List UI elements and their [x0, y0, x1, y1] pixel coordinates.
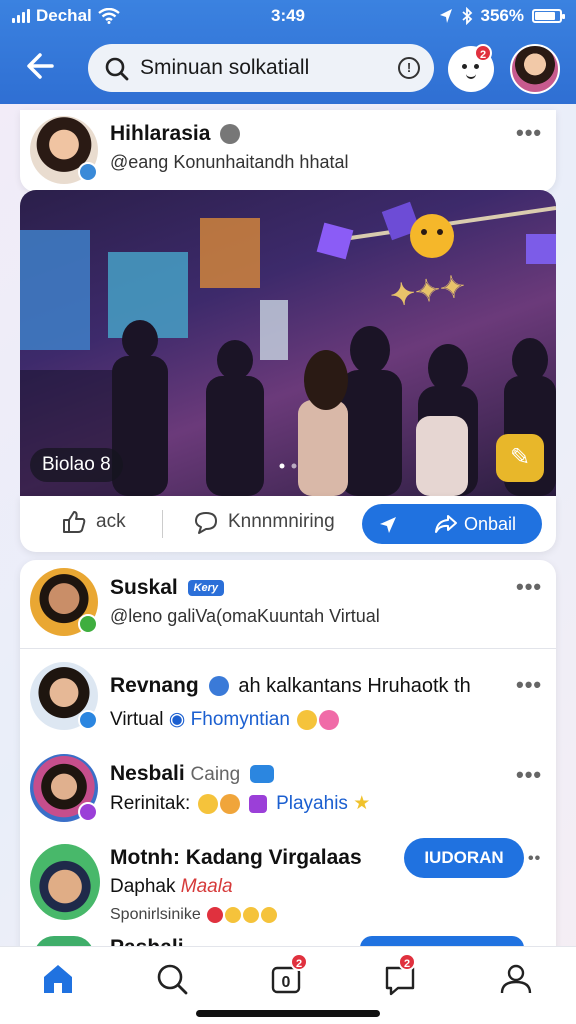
- person-meta: Rerinitak: Playahis ★: [110, 792, 370, 815]
- post-author-name-text: Hihlarasia: [110, 122, 211, 145]
- thumbs-up-icon: [63, 511, 86, 533]
- more-options-icon[interactable]: •••: [516, 762, 542, 788]
- person-avatar[interactable]: [30, 844, 100, 920]
- laugh-emoji-icon: [197, 793, 218, 814]
- search-icon: [105, 57, 129, 81]
- post-caption: Biolao 8: [30, 448, 123, 482]
- app-bar: Dechal 3:49 356% !: [0, 0, 576, 104]
- person-icon: [500, 964, 532, 994]
- send-icon: [380, 517, 396, 533]
- camera-icon: [250, 765, 275, 784]
- list-divider: [20, 648, 556, 649]
- back-action-label: ack: [96, 511, 126, 532]
- svg-text:0: 0: [282, 974, 291, 991]
- back-button[interactable]: [22, 48, 62, 88]
- messages-badge: 2: [398, 953, 416, 971]
- smile-emoji-icon: [225, 906, 242, 923]
- battery-icon: [532, 9, 565, 23]
- grin-emoji-icon: [219, 793, 240, 814]
- assistant-avatar[interactable]: 2: [448, 44, 494, 92]
- more-options-icon[interactable]: ••: [528, 850, 541, 868]
- person-meta-tag: Maala: [180, 876, 233, 897]
- action-divider: [162, 510, 163, 538]
- mouth: [466, 74, 476, 79]
- notifications-badge: 2: [290, 953, 308, 971]
- post-header-card: Hihlarasia @eang Konunhaitandh hhatal ••…: [20, 110, 556, 192]
- info-icon[interactable]: !: [398, 57, 420, 79]
- person-name-text: Revnang: [110, 674, 199, 697]
- more-options-icon[interactable]: •••: [516, 574, 542, 600]
- person-meta-secondary-text: Sponirlsinike: [110, 906, 201, 923]
- back-action[interactable]: ack: [60, 508, 126, 536]
- status-right: 356%: [439, 6, 565, 26]
- post-action-bar: ack Knnnmniring Onbail: [20, 496, 556, 552]
- eye-left: [462, 64, 467, 69]
- smile-emoji-icon: [297, 709, 318, 730]
- comment-action-label: Knnnmniring: [228, 511, 335, 532]
- home-indicator: [196, 1010, 380, 1017]
- post-author-handle: @eang Konunhaitandh hhatal: [110, 152, 349, 172]
- person-meta-prefix: Virtual: [110, 709, 164, 730]
- badge-emoji-icon: [207, 906, 224, 923]
- verified-tag: Kery: [187, 580, 225, 597]
- notification-badge: 2: [474, 44, 492, 62]
- person-meta-prefix: Rerinitak:: [110, 793, 191, 814]
- person-meta-tag: Playahis: [276, 793, 348, 814]
- comment-action[interactable]: Knnnmniring: [192, 508, 335, 536]
- person-name-extra: ah kalkantans Hruhaotk th: [238, 675, 471, 697]
- messenger-badge-icon: [78, 710, 98, 730]
- game-badge-icon: [78, 802, 98, 822]
- chat-icon: [208, 676, 229, 697]
- person-name[interactable]: Suskal Kery: [110, 576, 225, 600]
- user-avatar[interactable]: [510, 44, 560, 94]
- person-handle: @leno galiVa(omaKuuntah Virtual: [110, 606, 380, 626]
- home-icon: [44, 965, 72, 993]
- person-meta: Virtual ◉ Fhomyntian: [110, 708, 340, 731]
- status-bar: Dechal 3:49 356%: [0, 0, 576, 32]
- bluetooth-icon: [461, 7, 472, 25]
- arrow-left-icon: [27, 53, 54, 79]
- search-bar[interactable]: !: [88, 44, 434, 92]
- star-icon: ★: [353, 793, 371, 814]
- person-name-text: Nesbali: [110, 762, 185, 785]
- person-name-text: Suskal: [110, 576, 178, 599]
- share-button[interactable]: Onbail: [362, 504, 542, 544]
- nav-profile[interactable]: [496, 959, 536, 999]
- group-icon: [220, 124, 241, 145]
- more-options-icon[interactable]: •••: [516, 672, 542, 698]
- verified-badge-icon: [78, 162, 98, 182]
- nav-explore[interactable]: [152, 959, 192, 999]
- location-icon: [439, 9, 452, 23]
- smile-emoji-icon: [243, 906, 260, 923]
- person-meta-prefix: Daphak: [110, 876, 176, 897]
- share-button-label: Onbail: [464, 514, 517, 534]
- person-meta-tag-text: Fhomyntian: [190, 709, 290, 730]
- person-name[interactable]: Revnang ah kalkantans Hruhaotk th: [110, 674, 471, 698]
- nav-messages[interactable]: 2: [380, 953, 420, 999]
- game-tag-icon: [248, 794, 267, 813]
- heart-emoji-icon: [319, 709, 340, 730]
- person-name-extra: Caing: [190, 764, 241, 785]
- search-input[interactable]: [140, 52, 380, 84]
- post-author-name[interactable]: Hihlarasia: [110, 122, 241, 146]
- person-name[interactable]: Motnh: Kadang Virgalaas: [110, 846, 362, 870]
- nav-notifications[interactable]: 0 2: [266, 953, 308, 999]
- person-meta-tag: ◉ Fhomyntian: [168, 709, 290, 730]
- eye-right: [474, 64, 479, 69]
- share-arrow-icon: [435, 515, 457, 533]
- person-meta: Daphak Maala: [110, 876, 233, 898]
- svg-text:✦✦✦: ✦✦✦: [388, 270, 467, 313]
- search-icon: [157, 964, 188, 995]
- comment-icon: [195, 512, 217, 534]
- person-meta-secondary: Sponirlsinike: [110, 906, 278, 924]
- online-badge-icon: [78, 614, 98, 634]
- battery-percent: 356%: [480, 6, 524, 25]
- edit-icon[interactable]: ✎: [496, 434, 544, 482]
- join-button[interactable]: IUDORAN: [404, 838, 524, 878]
- more-options-icon[interactable]: •••: [516, 120, 542, 146]
- nav-home[interactable]: [38, 959, 78, 999]
- smile-emoji-icon: [261, 906, 278, 923]
- person-name[interactable]: Nesbali Caing: [110, 762, 275, 786]
